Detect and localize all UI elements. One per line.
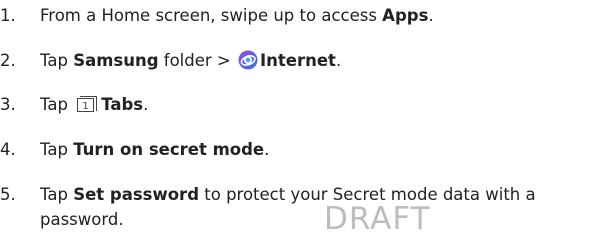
step-bold-set-password: Set password bbox=[73, 185, 200, 204]
step-5-continuation: password. bbox=[40, 210, 124, 229]
step-text: From a Home screen, swipe up to access A… bbox=[40, 5, 434, 27]
step-text: Tap Set password to protect your Secret … bbox=[40, 184, 536, 206]
draft-watermark: DRAFT bbox=[324, 201, 431, 237]
step-text-post: . bbox=[264, 140, 270, 159]
step-text-pre: From a Home screen, swipe up to access bbox=[40, 6, 383, 25]
step-text-post: . bbox=[143, 95, 149, 114]
step-text-post: . bbox=[428, 6, 434, 25]
step-text-pre: Tap bbox=[40, 95, 74, 114]
step-number: 5. bbox=[0, 185, 16, 204]
step-bold-internet: Internet bbox=[260, 51, 336, 70]
step-number: 4. bbox=[0, 140, 16, 159]
step-text-pre: Tap bbox=[40, 185, 74, 204]
step-text-pre: Tap bbox=[40, 140, 74, 159]
step-text: Tap Turn on secret mode. bbox=[40, 139, 269, 161]
step-number: 2. bbox=[0, 51, 16, 70]
step-bold-apps: Apps bbox=[382, 6, 429, 25]
samsung-internet-icon bbox=[238, 50, 258, 70]
tabs-icon: 1 bbox=[77, 96, 98, 112]
step-text: Tap 1 Tabs. bbox=[40, 94, 148, 116]
step-bold-secret-mode: Turn on secret mode bbox=[73, 140, 265, 159]
step-bold-tabs: Tabs bbox=[101, 95, 144, 114]
step-text: Tap Samsung folder > Internet. bbox=[40, 50, 341, 72]
step-bold-samsung: Samsung bbox=[73, 51, 159, 70]
step-number: 3. bbox=[0, 95, 16, 114]
step-text-post: . bbox=[335, 51, 342, 70]
step-text-pre: Tap bbox=[40, 51, 74, 70]
tabs-icon-count: 1 bbox=[83, 101, 89, 112]
step-number: 1. bbox=[0, 6, 16, 25]
step-text-mid: folder > bbox=[158, 51, 236, 70]
